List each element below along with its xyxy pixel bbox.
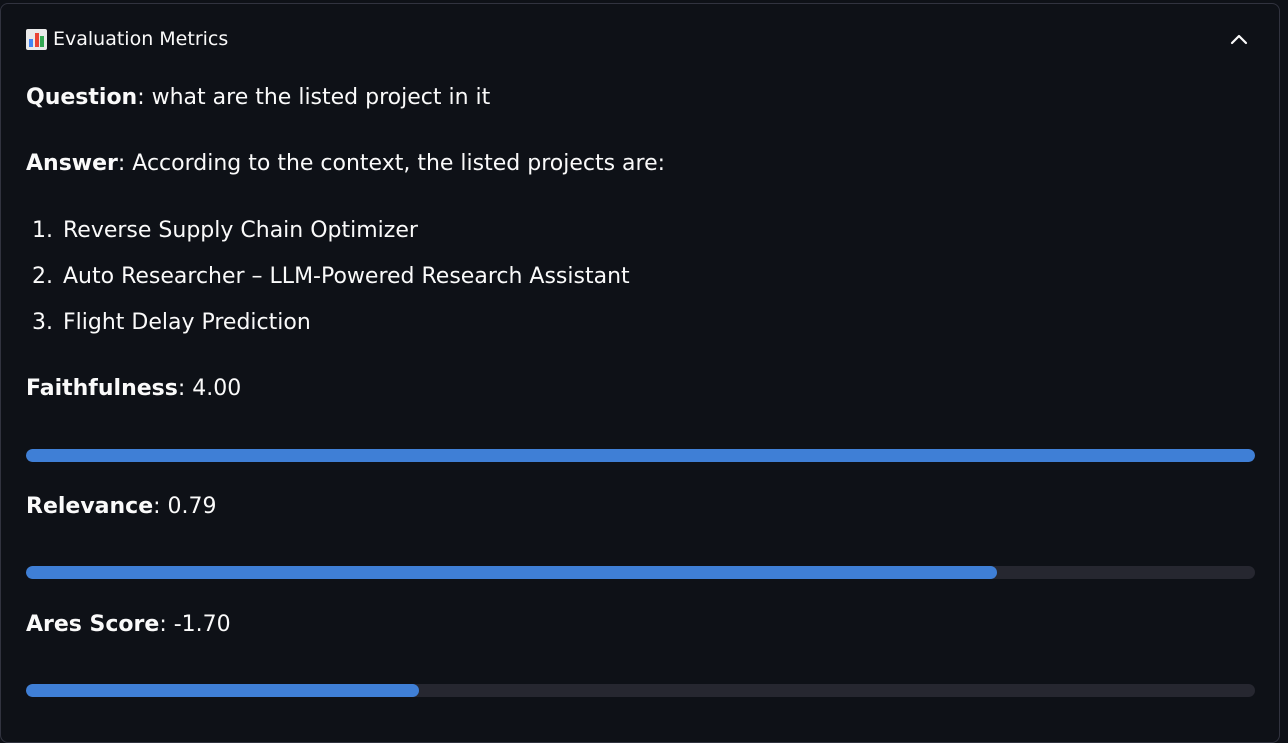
metric-value: : 0.79 xyxy=(153,494,217,519)
metric-label: Relevance xyxy=(26,494,154,519)
question-line: Question: what are the listed project in… xyxy=(26,83,490,113)
chevron-up-icon[interactable] xyxy=(1226,26,1252,52)
answer-text: : According to the context, the listed p… xyxy=(117,151,666,176)
ares-score-progress-bar xyxy=(26,684,1255,697)
bar-chart-icon xyxy=(26,28,47,50)
faithfulness-metric: Faithfulness: 4.00 xyxy=(26,374,241,404)
relevance-progress-bar xyxy=(26,566,1255,579)
metric-label: Faithfulness xyxy=(26,376,178,401)
list-item-number: 1. xyxy=(32,218,53,243)
question-label: Question xyxy=(26,85,138,110)
faithfulness-progress-bar xyxy=(26,449,1255,462)
list-item-number: 3. xyxy=(32,310,53,335)
list-item: 1. Reverse Supply Chain Optimizer xyxy=(32,216,418,246)
answer-line: Answer: According to the context, the li… xyxy=(26,149,665,179)
list-item: 3. Flight Delay Prediction xyxy=(32,308,311,338)
list-item-text: Flight Delay Prediction xyxy=(63,310,311,335)
list-item: 2. Auto Researcher – LLM-Powered Researc… xyxy=(32,262,630,292)
progress-fill xyxy=(26,449,1255,462)
answer-label: Answer xyxy=(26,151,118,176)
ares-score-metric: Ares Score: -1.70 xyxy=(26,610,231,640)
expander-header[interactable]: Evaluation Metrics xyxy=(26,24,1256,54)
list-item-text: Reverse Supply Chain Optimizer xyxy=(63,218,418,243)
expander-title: Evaluation Metrics xyxy=(53,28,229,50)
question-text: : what are the listed project in it xyxy=(137,85,491,110)
list-item-text: Auto Researcher – LLM-Powered Research A… xyxy=(63,264,630,289)
list-item-number: 2. xyxy=(32,264,53,289)
progress-fill xyxy=(26,566,997,579)
metric-value: : 4.00 xyxy=(177,376,242,401)
metric-label: Ares Score xyxy=(26,612,160,637)
progress-fill xyxy=(26,684,420,697)
metric-value: : -1.70 xyxy=(159,612,231,637)
expander-title-wrap: Evaluation Metrics xyxy=(26,24,228,54)
relevance-metric: Relevance: 0.79 xyxy=(26,492,217,522)
